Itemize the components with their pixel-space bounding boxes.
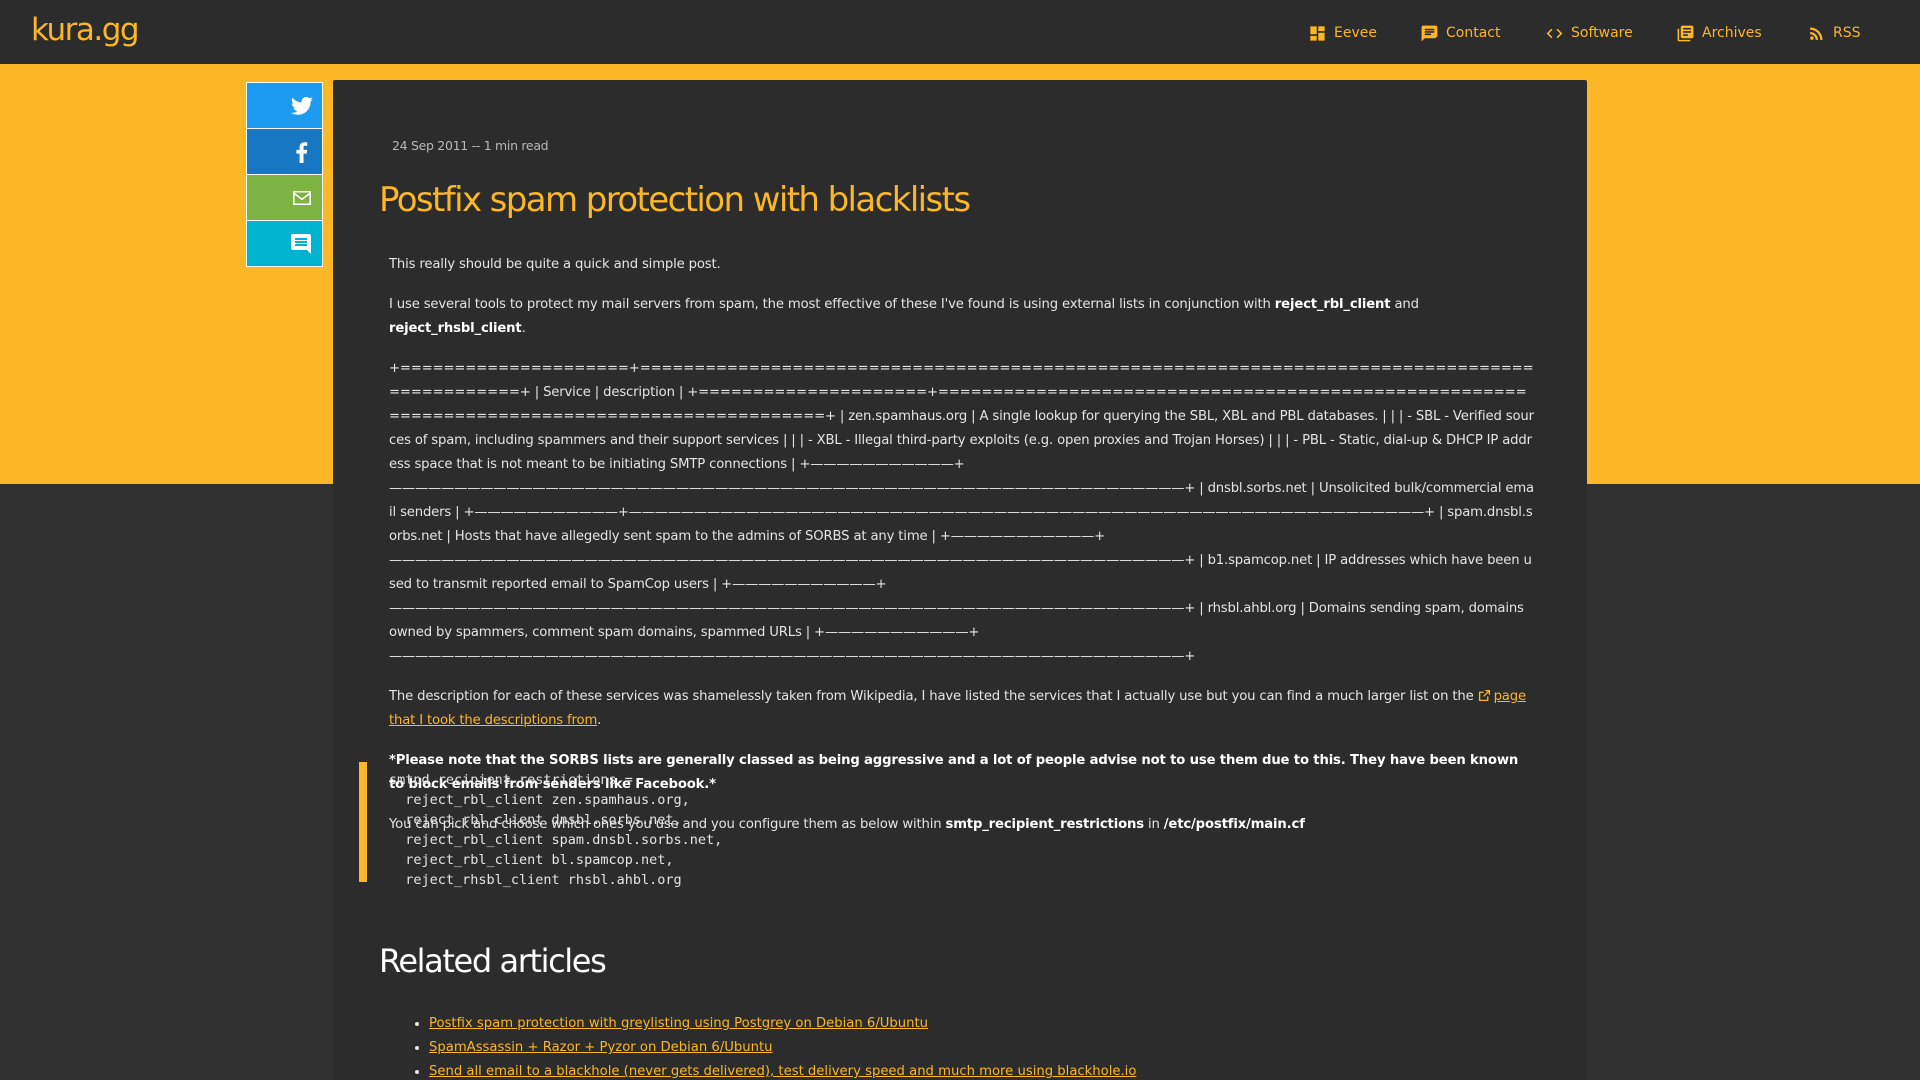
nav-label: Eevee — [1334, 25, 1377, 41]
archive-icon — [1677, 25, 1694, 41]
post-title: Postfix spam protection with blacklists — [379, 180, 971, 220]
site-header: kura.gg Eevee Contact Software Archives … — [0, 0, 1920, 64]
text: I use several tools to protect my mail s… — [389, 297, 1275, 312]
list-item: Postfix spam protection with greylisting… — [429, 1012, 1136, 1036]
comment-icon — [291, 233, 311, 254]
nav-item-contact[interactable]: Contact — [1420, 22, 1500, 44]
related-link[interactable]: Send all email to a blackhole (never get… — [429, 1064, 1136, 1079]
related-link[interactable]: SpamAssassin + Razor + Pyzor on Debian 6… — [429, 1040, 773, 1055]
post-meta: 24 Sep 2011 -- 1 min read — [392, 138, 549, 153]
nav-item-archives[interactable]: Archives — [1676, 22, 1762, 44]
code-block: smtpd_recipient_restrictions = reject_rb… — [359, 762, 1509, 888]
share-facebook-button[interactable] — [247, 129, 322, 174]
dashboard-icon — [1310, 25, 1325, 41]
text: The description for each of these servic… — [389, 689, 1478, 704]
nav-item-eevee[interactable]: Eevee — [1308, 22, 1377, 44]
twitter-icon — [290, 96, 313, 115]
nav-label: Archives — [1702, 25, 1762, 41]
code-term: reject_rbl_client — [1274, 297, 1391, 312]
site-logo[interactable]: kura.gg — [31, 12, 140, 48]
chat-icon — [1421, 25, 1438, 41]
share-comments-button[interactable] — [247, 221, 322, 266]
text: This really should be quite a quick and … — [389, 257, 721, 272]
text: . — [597, 713, 602, 728]
share-email-button[interactable] — [247, 175, 322, 220]
blacklist-table-text: +=====================+=================… — [389, 361, 1534, 664]
share-bar — [246, 82, 323, 267]
external-link-icon — [1478, 689, 1490, 702]
paragraph: The description for each of these servic… — [389, 685, 1534, 733]
code-icon — [1546, 28, 1563, 38]
article-card: 24 Sep 2011 -- 1 min read Postfix spam p… — [333, 80, 1587, 1080]
mail-icon — [293, 190, 311, 205]
share-twitter-button[interactable] — [247, 83, 322, 128]
nav-item-software[interactable]: Software — [1545, 22, 1633, 44]
nav-label: Contact — [1446, 25, 1501, 41]
paragraph: This really should be quite a quick and … — [389, 253, 1534, 277]
nav-label: Software — [1571, 25, 1633, 41]
paragraph: I use several tools to protect my mail s… — [389, 293, 1534, 341]
code-term: reject_rhsbl_client — [389, 321, 522, 336]
list-item: Send all email to a blackhole (never get… — [429, 1060, 1136, 1080]
related-articles-list: Postfix spam protection with greylisting… — [429, 1012, 1136, 1080]
text: . — [521, 321, 526, 336]
related-articles-heading: Related articles — [379, 942, 607, 980]
list-item: SpamAssassin + Razor + Pyzor on Debian 6… — [429, 1036, 1136, 1060]
facebook-icon — [296, 141, 308, 163]
nav-label: RSS — [1833, 25, 1861, 41]
nav-item-rss[interactable]: RSS — [1807, 22, 1861, 44]
text: and — [1390, 297, 1419, 312]
related-link[interactable]: Postfix spam protection with greylisting… — [429, 1016, 928, 1031]
rss-icon — [1810, 26, 1823, 40]
code-content: smtpd_recipient_restrictions = reject_rb… — [389, 772, 723, 888]
